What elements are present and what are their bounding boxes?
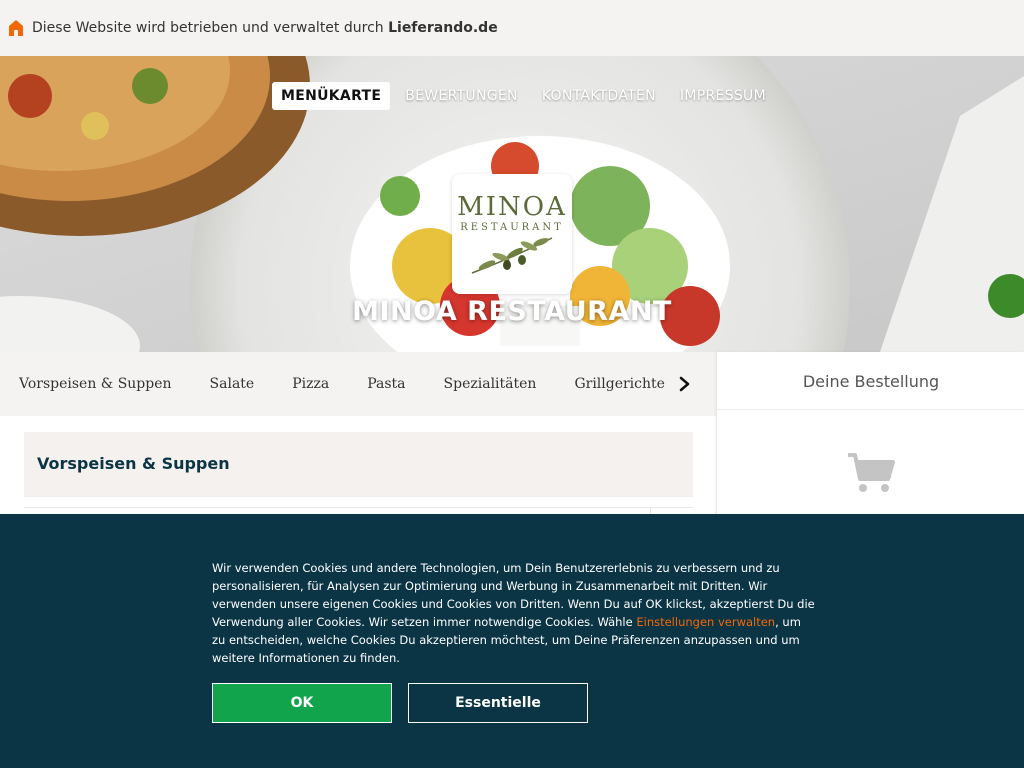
operator-text: Diese Website wird betrieben und verwalt… — [32, 20, 498, 36]
main-nav: MENÜKARTE BEWERTUNGEN KONTAKTDATEN IMPRE… — [272, 82, 781, 110]
olive-branch-icon — [471, 237, 553, 274]
chevron-right-icon[interactable] — [676, 374, 694, 394]
logo-subtitle: RESTAURANT — [460, 222, 564, 233]
cookie-essential-button[interactable]: Essentielle — [408, 683, 588, 723]
cookie-banner: Wir verwenden Cookies und andere Technol… — [0, 514, 1024, 768]
category-spezialitaeten[interactable]: Spezialitäten — [444, 376, 537, 392]
operator-brand-link[interactable]: Lieferando.de — [388, 20, 498, 36]
logo-title: MINOA — [457, 192, 567, 222]
cookie-text: Wir verwenden Cookies und andere Technol… — [212, 561, 815, 665]
menu-section-header: Vorspeisen & Suppen — [24, 432, 693, 496]
nav-menukarte[interactable]: MENÜKARTE — [272, 82, 391, 110]
nav-bewertungen[interactable]: BEWERTUNGEN — [396, 82, 527, 110]
section-title: Vorspeisen & Suppen — [37, 454, 230, 473]
category-salate[interactable]: Salate — [210, 376, 255, 392]
restaurant-name: MINOA RESTAURANT — [352, 296, 672, 327]
cart-icon — [848, 453, 895, 492]
restaurant-logo: MINOA RESTAURANT — [452, 174, 572, 294]
operator-bar: Diese Website wird betrieben und verwalt… — [0, 0, 1024, 56]
order-divider — [717, 409, 1024, 410]
category-grillgerichte[interactable]: Grillgerichte — [574, 376, 665, 392]
order-panel: Deine Bestellung — [716, 352, 1024, 522]
category-vorspeisen[interactable]: Vorspeisen & Suppen — [19, 376, 172, 392]
hero-banner: MENÜKARTE BEWERTUNGEN KONTAKTDATEN IMPRE… — [0, 56, 1024, 352]
nav-kontaktdaten[interactable]: KONTAKTDATEN — [533, 82, 665, 110]
cookie-settings-link[interactable]: Einstellungen verwalten — [636, 615, 775, 629]
house-icon — [9, 20, 23, 36]
category-pizza[interactable]: Pizza — [292, 376, 329, 392]
order-title: Deine Bestellung — [802, 372, 940, 391]
row-divider — [24, 507, 693, 508]
nav-impressum[interactable]: IMPRESSUM — [671, 82, 775, 110]
category-pasta[interactable]: Pasta — [367, 376, 405, 392]
cookie-ok-button[interactable]: OK — [212, 683, 392, 723]
category-bar: Vorspeisen & Suppen Salate Pizza Pasta S… — [0, 352, 716, 416]
